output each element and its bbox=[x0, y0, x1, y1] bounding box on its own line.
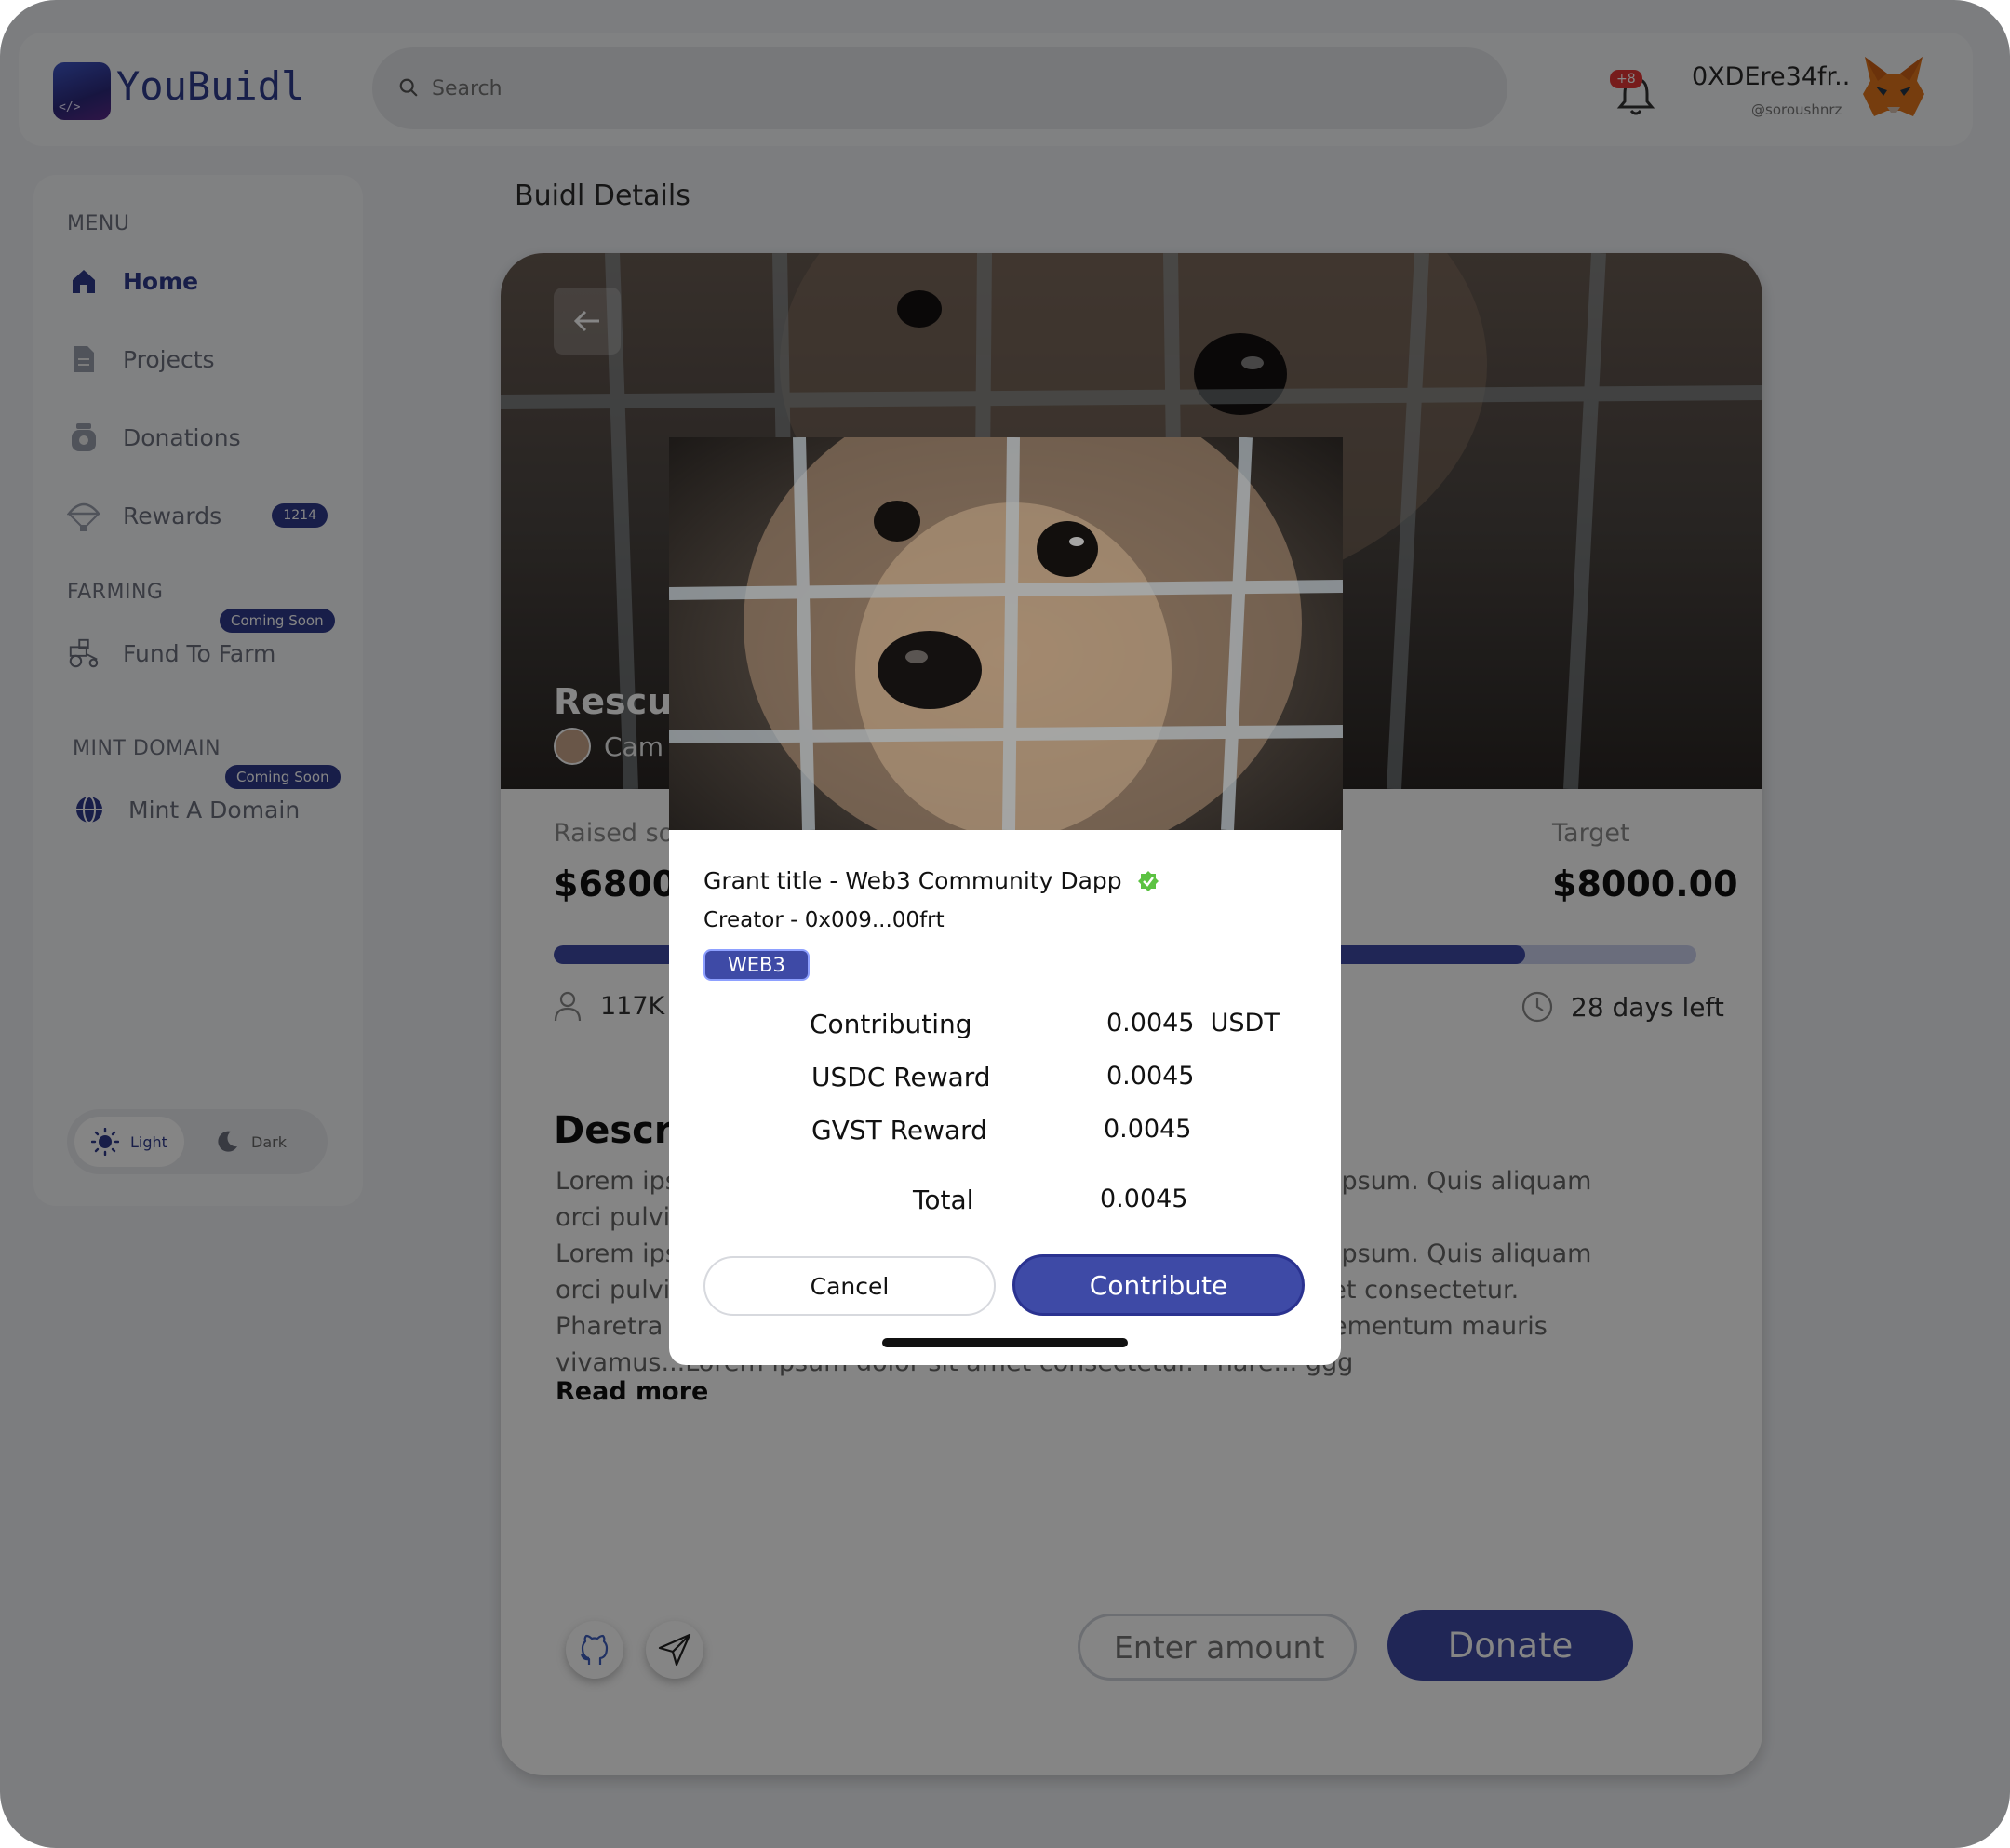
parachute-icon bbox=[67, 499, 100, 532]
home-icon bbox=[67, 264, 100, 298]
days-left: 28 days left bbox=[1521, 990, 1724, 1024]
amount-input[interactable] bbox=[1078, 1614, 1357, 1681]
sidebar-item-fund-to-farm[interactable]: Fund To Farm bbox=[67, 627, 346, 679]
grant-image bbox=[669, 437, 1343, 830]
light-label: Light bbox=[130, 1132, 168, 1151]
notification-count-badge: +8 bbox=[1610, 70, 1642, 88]
contribute-modal: Grant title - Web3 Community Dapp Creato… bbox=[669, 437, 1343, 1365]
grant-creator: Creator - 0x009...00frt bbox=[704, 908, 945, 932]
usdc-reward-label: USDC Reward bbox=[811, 1062, 991, 1092]
github-icon bbox=[580, 1634, 609, 1665]
search-input[interactable] bbox=[372, 47, 1508, 129]
backers-value: 117K bbox=[600, 991, 665, 1021]
home-indicator-bar bbox=[882, 1338, 1128, 1347]
sidebar: MENU Home Projects Donations Rewards 121… bbox=[34, 175, 363, 1206]
gvst-reward-label: GVST Reward bbox=[811, 1115, 987, 1145]
moon-icon bbox=[218, 1131, 237, 1152]
creator-avatar bbox=[554, 728, 591, 765]
sun-icon bbox=[91, 1128, 119, 1156]
search-icon bbox=[399, 78, 418, 97]
sidebar-item-home[interactable]: Home bbox=[67, 255, 346, 307]
sidebar-item-label: Projects bbox=[123, 345, 215, 373]
back-button[interactable] bbox=[554, 288, 621, 355]
mint-domain-section-title: MINT DOMAIN bbox=[73, 737, 221, 760]
donate-button[interactable]: Donate bbox=[1387, 1610, 1633, 1681]
usdc-reward-value: 0.0045 bbox=[1106, 1062, 1195, 1091]
creator-name: Cam bbox=[604, 730, 663, 762]
gvst-reward-value: 0.0045 bbox=[1104, 1115, 1192, 1144]
donation-jar-icon bbox=[67, 421, 100, 454]
brand-name[interactable]: YouBuidl bbox=[116, 63, 304, 109]
send-icon bbox=[658, 1633, 691, 1667]
sidebar-item-rewards[interactable]: Rewards 1214 bbox=[67, 489, 346, 542]
sidebar-item-label: Fund To Farm bbox=[123, 639, 276, 667]
read-more-link[interactable]: Read more bbox=[556, 1377, 708, 1406]
days-left-value: 28 days left bbox=[1571, 991, 1724, 1023]
light-theme-button[interactable]: Light bbox=[74, 1117, 184, 1167]
sidebar-item-mint-domain[interactable]: Mint A Domain bbox=[73, 783, 352, 836]
target-value: $8000.00 bbox=[1552, 864, 1738, 904]
dark-theme-button[interactable]: Dark bbox=[197, 1117, 303, 1167]
app-logo[interactable]: </> bbox=[53, 62, 111, 120]
description-title: Descri bbox=[554, 1109, 686, 1152]
clock-icon bbox=[1521, 991, 1553, 1023]
raised-label: Raised so bbox=[554, 819, 675, 848]
total-value: 0.0045 bbox=[1100, 1185, 1188, 1213]
user-handle: @soroushnrz bbox=[1751, 101, 1842, 118]
contributing-label: Contributing bbox=[810, 1009, 972, 1039]
farming-section-title: FARMING bbox=[67, 581, 164, 604]
cancel-button[interactable]: Cancel bbox=[704, 1256, 996, 1316]
page-title: Buidl Details bbox=[515, 180, 690, 212]
target-label: Target bbox=[1552, 819, 1630, 848]
modal-body: Grant title - Web3 Community Dapp Creato… bbox=[669, 830, 1341, 1365]
menu-section-title: MENU bbox=[67, 212, 130, 235]
github-button[interactable] bbox=[566, 1621, 623, 1679]
sidebar-item-label: Mint A Domain bbox=[128, 796, 301, 824]
arrow-left-icon bbox=[573, 310, 599, 332]
tractor-icon bbox=[67, 636, 100, 670]
dark-label: Dark bbox=[251, 1132, 287, 1151]
contribute-button[interactable]: Contribute bbox=[1012, 1254, 1305, 1316]
verified-badge-icon bbox=[1137, 870, 1159, 891]
contributing-value: 0.0045 USDT bbox=[1106, 1009, 1280, 1038]
metamask-fox-avatar[interactable] bbox=[1859, 53, 1928, 122]
top-bar: </> YouBuidl +8 0XDEre34fr.. @soroushnrz bbox=[19, 33, 1973, 146]
sidebar-item-label: Donations bbox=[123, 423, 241, 451]
globe-icon bbox=[73, 793, 106, 826]
project-creator: Cam bbox=[554, 728, 663, 765]
app-window: </> YouBuidl +8 0XDEre34fr.. @soroushnrz… bbox=[0, 0, 2010, 1848]
notifications-button[interactable]: +8 bbox=[1610, 70, 1662, 122]
sidebar-item-donations[interactable]: Donations bbox=[67, 411, 346, 463]
sidebar-item-projects[interactable]: Projects bbox=[67, 333, 346, 385]
wallet-address: 0XDEre34fr.. bbox=[1692, 62, 1851, 91]
grant-title-text: Grant title - Web3 Community Dapp bbox=[704, 867, 1122, 894]
logo-code-icon: </> bbox=[59, 100, 81, 114]
share-button[interactable] bbox=[646, 1621, 704, 1679]
total-label: Total bbox=[913, 1185, 974, 1215]
rewards-count-badge: 1214 bbox=[272, 503, 328, 528]
sidebar-item-label: Home bbox=[123, 267, 199, 295]
backers-count: 117K bbox=[554, 990, 664, 1022]
user-icon bbox=[554, 991, 582, 1022]
category-tag: WEB3 bbox=[704, 949, 810, 981]
caged-dog-photo bbox=[669, 437, 1343, 830]
grant-title: Grant title - Web3 Community Dapp bbox=[704, 867, 1159, 894]
sidebar-item-label: Rewards bbox=[123, 502, 222, 529]
theme-toggle: Light Dark bbox=[67, 1109, 328, 1174]
project-title: Rescui bbox=[554, 681, 685, 722]
document-icon bbox=[67, 342, 100, 376]
